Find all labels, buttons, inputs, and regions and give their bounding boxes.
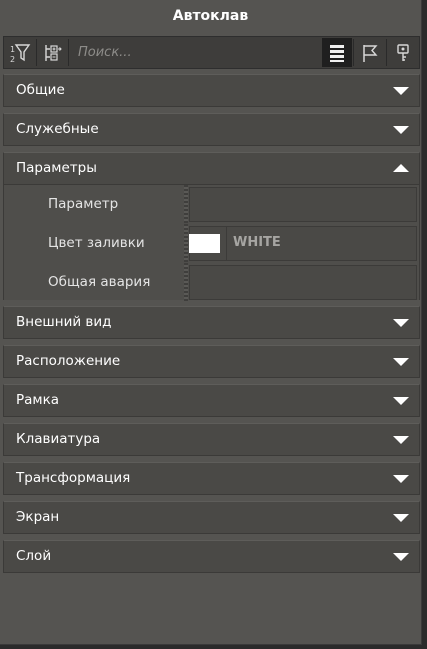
param-label: Общая авария xyxy=(48,274,151,290)
svg-text:1: 1 xyxy=(10,45,15,54)
toolbar: 1 2 xyxy=(3,36,420,69)
section-label: Клавиатура xyxy=(16,431,101,447)
sort-icon[interactable]: 1 2 xyxy=(5,38,35,67)
section-label: Экран xyxy=(16,509,60,525)
param-label: Параметр xyxy=(48,196,119,212)
param-label: Цвет заливки xyxy=(48,235,145,251)
fill-color-value: WHITE xyxy=(233,235,281,250)
section-label: Трансформация xyxy=(16,470,131,486)
param-row-fill-color: Цвет заливки WHITE xyxy=(4,224,419,262)
parameters-body: Параметр Цвет заливки WHITE Общая авария xyxy=(3,185,420,301)
chevron-down-icon xyxy=(393,319,409,327)
column-resize-handle[interactable] xyxy=(184,224,188,262)
expand-tree-icon[interactable] xyxy=(37,38,67,67)
section-parameters[interactable]: Параметры xyxy=(3,152,420,185)
section-general[interactable]: Общие xyxy=(3,74,420,107)
chevron-down-icon xyxy=(393,514,409,522)
sections-list: Общие Служебные Параметры Параметр Цвет … xyxy=(3,74,420,579)
section-keyboard[interactable]: Клавиатура xyxy=(3,423,420,456)
color-swatch[interactable] xyxy=(189,234,220,253)
chevron-down-icon xyxy=(393,553,409,561)
parameter-value-field[interactable] xyxy=(189,187,417,222)
svg-text:2: 2 xyxy=(10,55,15,64)
chevron-up-icon xyxy=(393,164,409,172)
chevron-down-icon xyxy=(393,87,409,95)
section-label: Рамка xyxy=(16,392,60,408)
section-label: Общие xyxy=(16,82,65,98)
section-screen[interactable]: Экран xyxy=(3,501,420,534)
section-label: Служебные xyxy=(16,121,99,137)
section-service[interactable]: Служебные xyxy=(3,113,420,146)
section-transformation[interactable]: Трансформация xyxy=(3,462,420,495)
column-resize-handle[interactable] xyxy=(184,185,188,223)
fill-color-field[interactable] xyxy=(189,226,417,261)
section-frame[interactable]: Рамка xyxy=(3,384,420,417)
list-view-icon[interactable] xyxy=(322,38,352,67)
flag-icon[interactable] xyxy=(355,38,385,67)
chevron-down-icon xyxy=(393,126,409,134)
chevron-down-icon xyxy=(393,358,409,366)
chevron-down-icon xyxy=(393,397,409,405)
param-row-parameter: Параметр xyxy=(4,185,419,223)
param-row-general-alarm: Общая авария xyxy=(4,263,419,301)
chevron-down-icon xyxy=(393,436,409,444)
section-label: Расположение xyxy=(16,353,121,369)
column-resize-handle[interactable] xyxy=(184,263,188,301)
properties-panel: Автоклав 1 2 Поиск... Общие Служебные Па… xyxy=(0,0,422,645)
key-icon[interactable] xyxy=(388,38,418,67)
section-layer[interactable]: Слой xyxy=(3,540,420,573)
section-appearance[interactable]: Внешний вид xyxy=(3,306,420,339)
section-label: Внешний вид xyxy=(16,314,112,330)
panel-title: Автоклав xyxy=(172,8,249,24)
section-label: Слой xyxy=(16,548,52,564)
section-label: Параметры xyxy=(16,160,97,176)
general-alarm-value-field[interactable] xyxy=(189,265,417,300)
section-layout[interactable]: Расположение xyxy=(3,345,420,378)
search-input[interactable] xyxy=(72,39,321,66)
chevron-down-icon xyxy=(393,475,409,483)
